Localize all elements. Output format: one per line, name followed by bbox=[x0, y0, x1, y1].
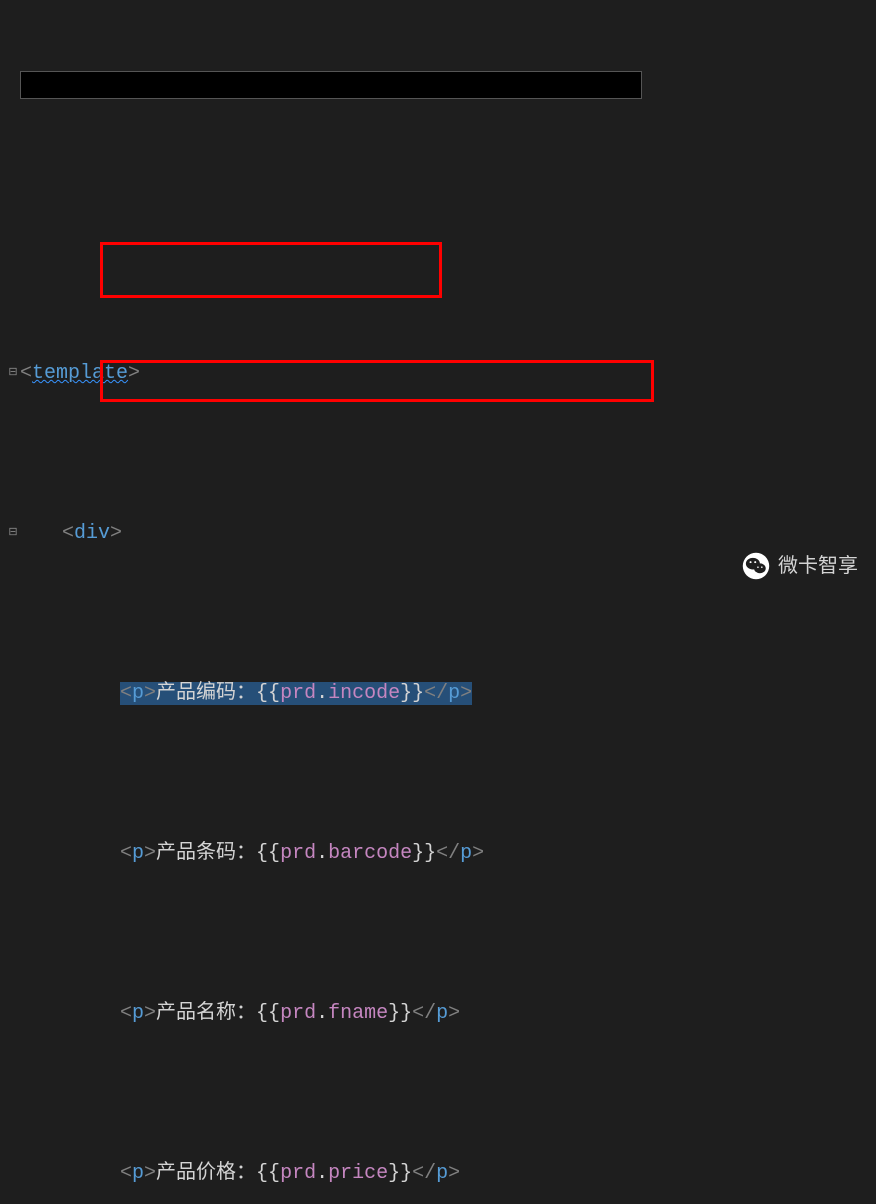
watermark-text: 微卡智享 bbox=[778, 550, 858, 582]
wechat-icon bbox=[742, 552, 770, 580]
code-line[interactable]: <p>产品价格：{{prd.price}}</p> bbox=[6, 1158, 876, 1190]
code-line[interactable]: <p>产品条码：{{prd.barcode}}</p> bbox=[6, 838, 876, 870]
fold-marker-icon[interactable]: ⊟ bbox=[6, 525, 20, 543]
code-line[interactable]: ⊟ <div> bbox=[6, 518, 876, 550]
code-line[interactable]: <p>产品编码：{{prd.incode}}</p> bbox=[6, 678, 876, 710]
fold-marker-icon[interactable]: ⊟ bbox=[6, 365, 20, 383]
code-editor[interactable]: ⊟ <template> ⊟ <div> <p>产品编码：{{prd.incod… bbox=[0, 0, 876, 1204]
code-line[interactable]: ⊟ <template> bbox=[6, 358, 876, 390]
tag-template: template bbox=[32, 362, 128, 385]
watermark: 微卡智享 bbox=[742, 550, 858, 582]
code-line[interactable]: <p>产品名称：{{prd.fname}}</p> bbox=[6, 998, 876, 1030]
line-highlight bbox=[20, 71, 642, 99]
highlight-box-1 bbox=[100, 242, 442, 298]
